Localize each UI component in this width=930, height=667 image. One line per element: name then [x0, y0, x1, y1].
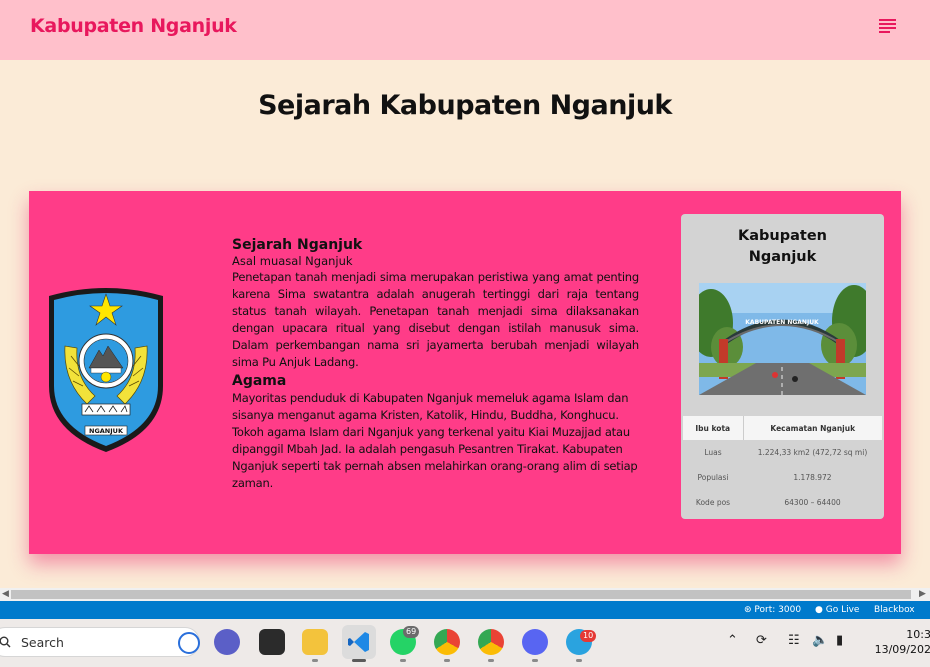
go-live-button[interactable]: ● Go Live — [815, 601, 859, 619]
blackbox-button[interactable]: Blackbox — [874, 601, 915, 619]
sticky-notes-icon[interactable] — [259, 629, 285, 655]
chrome-icon[interactable] — [434, 629, 460, 655]
content-card: NGANJUK Sejarah Nganjuk Asal muasal Ngan… — [29, 191, 901, 554]
page-title: Sejarah Kabupaten Nganjuk — [258, 90, 672, 121]
scroll-left-arrow-icon[interactable]: ◀ — [2, 588, 9, 601]
discord-icon[interactable] — [522, 629, 548, 655]
logo-text: NGANJUK — [89, 427, 124, 435]
broadcast-icon: ⊛ — [744, 605, 752, 615]
port-status[interactable]: ⊛ Port: 3000 — [744, 601, 801, 619]
nganjuk-coat-of-arms-logo: NGANJUK — [49, 288, 163, 452]
taskbar-search-box[interactable]: Search — [0, 627, 200, 657]
table-header-cell: Kecamatan Nganjuk — [743, 416, 882, 440]
wifi-icon[interactable]: ☷ — [788, 633, 800, 648]
bing-icon[interactable] — [178, 632, 200, 654]
table-row: Luas 1.224,33 km2 (472,72 sq mi) — [683, 440, 882, 465]
hamburger-menu-icon[interactable] — [878, 18, 898, 36]
navbar: Kabupaten Nganjuk — [0, 0, 930, 60]
search-icon — [0, 636, 11, 648]
vscode-taskbar-button[interactable] — [342, 625, 376, 659]
running-indicator — [488, 659, 494, 662]
active-indicator — [352, 659, 366, 662]
running-indicator — [444, 659, 450, 662]
sync-icon[interactable]: ⟳ — [756, 633, 767, 648]
scroll-right-arrow-icon[interactable]: ▶ — [919, 588, 926, 601]
table-row: Populasi 1.178.972 — [683, 465, 882, 490]
table-cell: Populasi — [697, 473, 729, 482]
history-subtitle: Asal muasal Nganjuk — [232, 254, 353, 268]
horizontal-scrollbar[interactable]: ◀ ▶ — [0, 588, 930, 601]
file-explorer-icon[interactable] — [302, 629, 328, 655]
table-cell: 1.178.972 — [793, 473, 832, 482]
table-cell: 1.224,33 km2 (472,72 sq mi) — [757, 448, 868, 457]
table-cell: Luas — [704, 448, 722, 457]
nganjuk-gate-photo: KABUPATEN NGANJUK — [699, 283, 866, 395]
history-heading: Sejarah Nganjuk — [232, 237, 363, 253]
battery-icon[interactable]: ▮ — [836, 633, 843, 648]
taskbar: Search 69 10 ⌃ ⟳ ☷ 🔈 ▮ 10:33 13/09/2023 — [0, 619, 930, 667]
volume-icon[interactable]: 🔈 — [812, 633, 828, 648]
table-header-cell: Ibu kota — [683, 416, 744, 440]
history-paragraph: Penetapan tanah menjadi sima merupakan p… — [232, 270, 639, 369]
scrollbar-thumb[interactable] — [11, 590, 911, 599]
infobox-table: Ibu kota Kecamatan Nganjuk Luas 1.224,33… — [683, 416, 882, 515]
search-placeholder: Search — [21, 635, 64, 650]
telegram-badge: 10 — [580, 630, 597, 642]
running-indicator — [312, 659, 318, 662]
table-cell: 64300 – 64400 — [784, 498, 841, 507]
table-header-row: Ibu kota Kecamatan Nganjuk — [683, 416, 882, 440]
go-live-icon: ● — [815, 605, 823, 615]
religion-heading: Agama — [232, 373, 287, 389]
teams-icon[interactable] — [214, 629, 240, 655]
table-row: Kode pos 64300 – 64400 — [683, 490, 882, 515]
infobox: Kabupaten Nganjuk KABUPATEN NGANJUK Ibu … — [681, 214, 884, 519]
editor-status-bar: ⊛ Port: 3000 ● Go Live Blackbox — [0, 601, 930, 619]
vscode-icon — [348, 632, 369, 652]
running-indicator — [400, 659, 406, 662]
whatsapp-badge: 69 — [403, 626, 420, 638]
chrome-profile-icon[interactable] — [478, 629, 504, 655]
gate-sign-text: KABUPATEN NGANJUK — [745, 319, 819, 326]
table-cell: Kode pos — [695, 498, 731, 507]
show-hidden-icons-chevron-icon[interactable]: ⌃ — [727, 633, 738, 648]
brand-title[interactable]: Kabupaten Nganjuk — [30, 15, 237, 37]
infobox-title: Kabupaten Nganjuk — [738, 228, 827, 265]
running-indicator — [576, 659, 582, 662]
article-text: Sejarah Nganjuk Asal muasal Nganjuk Pene… — [232, 236, 639, 492]
system-clock[interactable]: 10:33 13/09/2023 — [868, 627, 930, 657]
religion-paragraph: Mayoritas penduduk di Kabupaten Nganjuk … — [232, 391, 638, 490]
running-indicator — [532, 659, 538, 662]
